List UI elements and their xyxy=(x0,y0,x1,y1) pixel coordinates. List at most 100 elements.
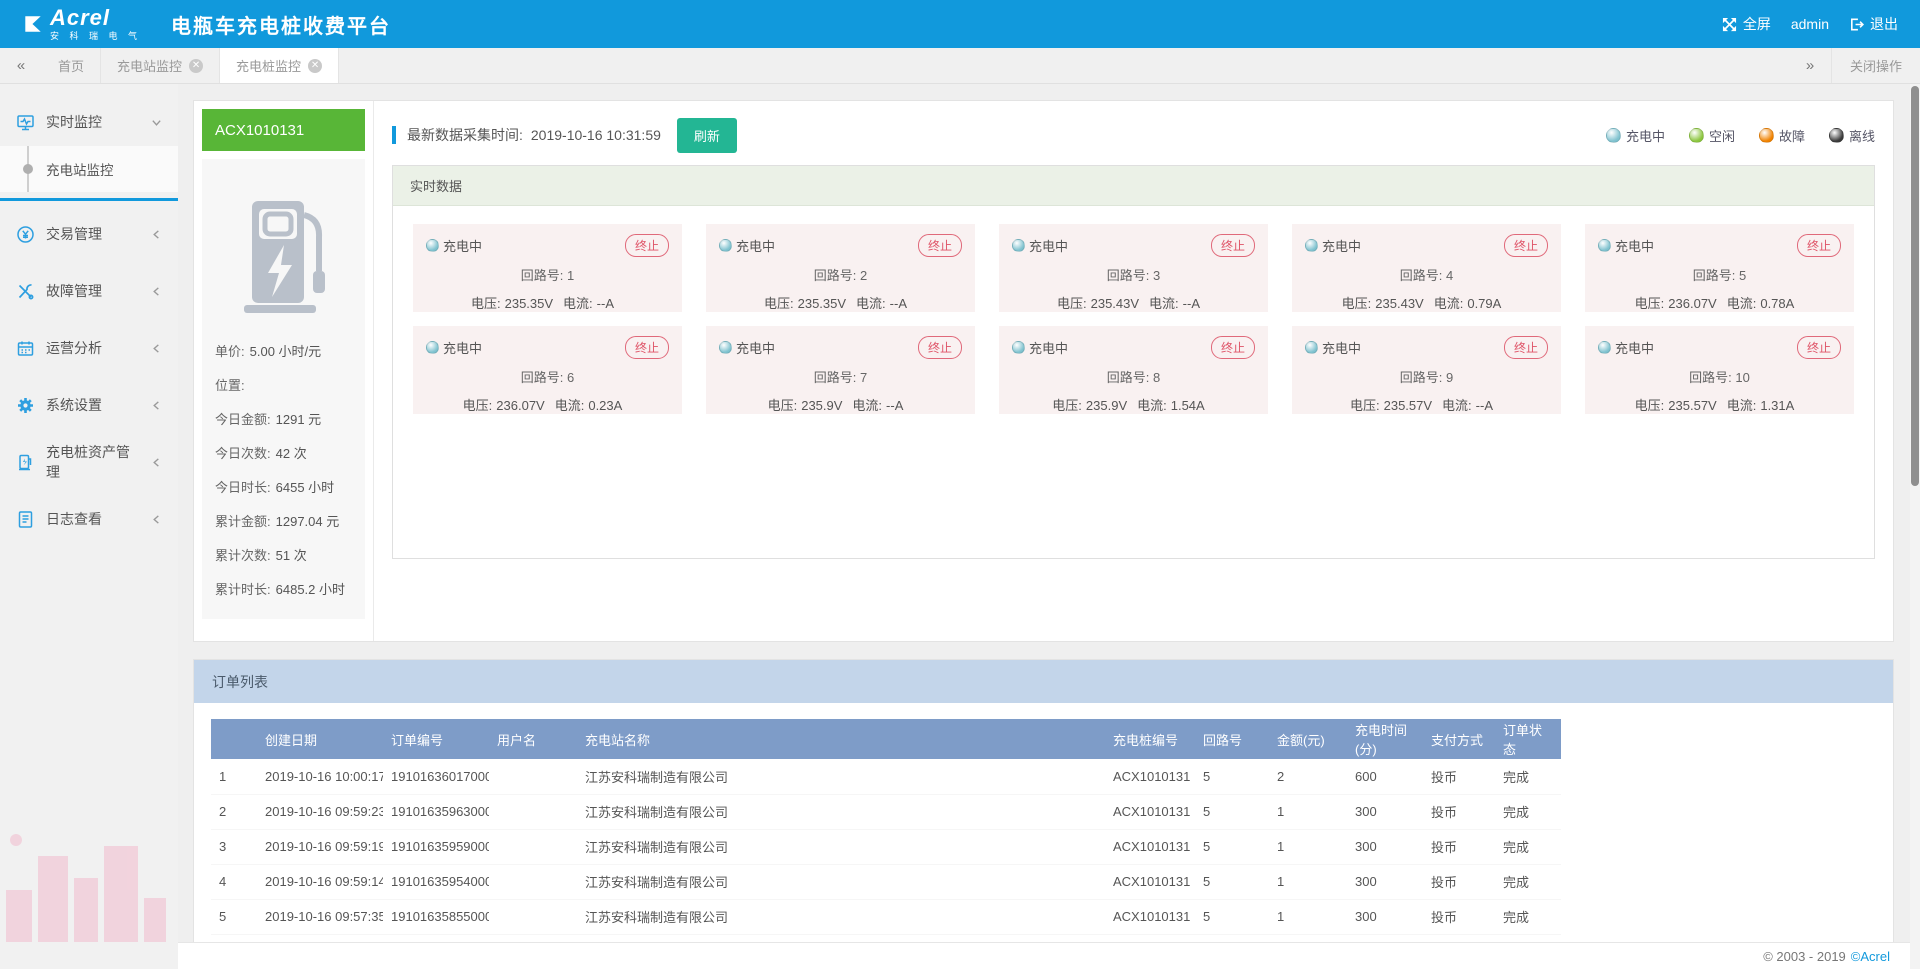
terminate-button[interactable]: 终止 xyxy=(1797,234,1841,257)
order-index: 5 xyxy=(211,899,257,934)
device-stat-line: 今日次数:42 次 xyxy=(215,443,352,462)
orders-table-wrap: 创建日期订单编号用户名充电站名称充电桩编号回路号金额(元)充电时间(分)支付方式… xyxy=(194,703,1893,935)
current-label: 电流: xyxy=(1727,296,1757,311)
sidebar-item-label: 充电桩资产管理 xyxy=(46,442,140,482)
circuit-card-grid: 充电中 终止 回路号: 1 电压:235.35V电流:--A 充电中 终止 xyxy=(393,206,1874,558)
terminate-button[interactable]: 终止 xyxy=(1504,336,1548,359)
terminate-button[interactable]: 终止 xyxy=(918,234,962,257)
terminate-button[interactable]: 终止 xyxy=(1797,336,1841,359)
order-number: 1910163585500043 xyxy=(383,899,489,934)
page-title: 电瓶车充电桩收费平台 xyxy=(171,10,391,39)
sidebar-item-label: 交易管理 xyxy=(46,224,102,244)
terminate-button[interactable]: 终止 xyxy=(625,234,669,257)
pile-asset-icon xyxy=(16,453,35,472)
circuit-card: 充电中 终止 回路号: 10 电压:235.57V电流:1.31A xyxy=(1585,326,1854,414)
logout-icon xyxy=(1849,17,1864,32)
circuit-status-label: 充电中 xyxy=(443,338,482,357)
sidebar-item-transactions[interactable]: 交易管理 xyxy=(0,210,178,258)
sidebar-subitem-label: 充电站监控 xyxy=(46,159,114,179)
orders-column-header: 用户名 xyxy=(489,719,577,759)
active-group-accent xyxy=(0,198,178,201)
fullscreen-button[interactable]: 全屏 xyxy=(1722,14,1771,34)
circuit-number: 1 xyxy=(567,268,574,283)
circuit-number-label: 回路号: xyxy=(814,370,857,385)
order-pay-method: 投币 xyxy=(1423,899,1495,934)
circuit-number-label: 回路号: xyxy=(1693,268,1736,283)
tab-close-icon[interactable]: ✕ xyxy=(308,59,322,73)
voltage-label: 电压: xyxy=(764,296,794,311)
circuit-number-label: 回路号: xyxy=(521,268,564,283)
order-station: 江苏安科瑞制造有限公司 xyxy=(577,829,1105,864)
sidebar: 实时监控 充电站监控 交易管理 故障管理 xyxy=(0,84,178,969)
vertical-scrollbar[interactable] xyxy=(1910,84,1920,969)
terminate-button[interactable]: 终止 xyxy=(625,336,669,359)
circuit-number-label: 回路号: xyxy=(1400,268,1443,283)
order-number: 1910163601700047 xyxy=(383,759,489,794)
order-index: 2 xyxy=(211,794,257,829)
order-row[interactable]: 5 2019-10-16 09:57:35 1910163585500043 江… xyxy=(211,899,1561,934)
sidebar-item-faults[interactable]: 故障管理 xyxy=(0,267,178,315)
order-row[interactable]: 2 2019-10-16 09:59:23 1910163596300046 江… xyxy=(211,794,1561,829)
device-stat-line: 今日时长:6455 小时 xyxy=(215,477,352,496)
sidebar-item-station-monitor[interactable]: 充电站监控 xyxy=(0,146,178,192)
order-row[interactable]: 4 2019-10-16 09:59:14 1910163595400044 江… xyxy=(211,864,1561,899)
circuit-number-label: 回路号: xyxy=(1107,268,1150,283)
fault-icon xyxy=(16,282,35,301)
order-pile: ACX1010131 xyxy=(1105,759,1195,794)
circuit-card: 充电中 终止 回路号: 4 电压:235.43V电流:0.79A xyxy=(1292,224,1561,312)
circuit-number-label: 回路号: xyxy=(814,268,857,283)
circuit-number: 4 xyxy=(1446,268,1453,283)
circuit-status-label: 充电中 xyxy=(1615,338,1654,357)
scrollbar-thumb[interactable] xyxy=(1911,86,1919,486)
stat-value: 1297.04 元 xyxy=(276,514,340,529)
active-submenu-marker xyxy=(27,146,29,192)
stat-label: 单价: xyxy=(215,344,245,359)
terminate-button[interactable]: 终止 xyxy=(1504,234,1548,257)
tab-label: 充电桩监控 xyxy=(236,56,301,75)
footer-brand-link[interactable]: ©Acrel xyxy=(1851,949,1890,964)
order-pile: ACX1010131 xyxy=(1105,864,1195,899)
terminate-button[interactable]: 终止 xyxy=(1211,336,1255,359)
logo-text: Acrel xyxy=(50,7,141,29)
order-row[interactable]: 1 2019-10-16 10:00:17 1910163601700047 江… xyxy=(211,759,1561,794)
sidebar-item-realtime-monitor[interactable]: 实时监控 xyxy=(0,98,178,146)
order-user xyxy=(489,864,577,899)
refresh-button[interactable]: 刷新 xyxy=(677,118,737,153)
circuit-status-label: 充电中 xyxy=(1322,236,1361,255)
tabs-scroll-right-button[interactable]: » xyxy=(1789,48,1831,83)
tab-pile-monitor[interactable]: 充电桩监控 ✕ xyxy=(220,48,339,83)
orders-column-header xyxy=(211,719,257,759)
page-footer: © 2003 - 2019 ©Acrel xyxy=(178,942,1920,969)
current-label: 电流: xyxy=(1149,296,1179,311)
voltage-label: 电压: xyxy=(1350,398,1380,413)
terminate-button[interactable]: 终止 xyxy=(918,336,962,359)
voltage-label: 电压: xyxy=(471,296,501,311)
circuit-card: 充电中 终止 回路号: 7 电压:235.9V电流:--A xyxy=(706,326,975,414)
order-station: 江苏安科瑞制造有限公司 xyxy=(577,794,1105,829)
order-row[interactable]: 3 2019-10-16 09:59:19 1910163595900045 江… xyxy=(211,829,1561,864)
tab-close-icon[interactable]: ✕ xyxy=(189,59,203,73)
sidebar-item-logs[interactable]: 日志查看 xyxy=(0,495,178,543)
charging-status-dot xyxy=(1606,128,1621,143)
close-operations-button[interactable]: 关闭操作 xyxy=(1831,48,1920,83)
order-amount: 1 xyxy=(1269,829,1347,864)
orders-column-header: 创建日期 xyxy=(257,719,383,759)
voltage-value: 235.9V xyxy=(1086,398,1127,413)
tabs-scroll-left-button[interactable]: « xyxy=(0,48,42,83)
tab-station-monitor[interactable]: 充电站监控 ✕ xyxy=(101,48,220,83)
order-user xyxy=(489,829,577,864)
circuit-number-label: 回路号: xyxy=(1689,370,1732,385)
current-value: --A xyxy=(1476,398,1493,413)
logout-button[interactable]: 退出 xyxy=(1849,14,1898,34)
legend-label: 空闲 xyxy=(1709,126,1735,145)
tab-home[interactable]: 首页 xyxy=(42,48,101,83)
collect-time-value: 2019-10-16 10:31:59 xyxy=(531,127,661,143)
sidebar-item-settings[interactable]: 系统设置 xyxy=(0,381,178,429)
pile-monitor-card: ACX1010131 单价:5.00 小时/元位置:今日 xyxy=(193,100,1894,642)
sidebar-item-pile-assets[interactable]: 充电桩资产管理 xyxy=(0,438,178,486)
device-panel: ACX1010131 单价:5.00 小时/元位置:今日 xyxy=(194,101,374,641)
user-menu[interactable]: admin xyxy=(1791,16,1829,32)
terminate-button[interactable]: 终止 xyxy=(1211,234,1255,257)
device-stat-line: 累计时长:6485.2 小时 xyxy=(215,579,352,598)
sidebar-item-analytics[interactable]: 运营分析 xyxy=(0,324,178,372)
